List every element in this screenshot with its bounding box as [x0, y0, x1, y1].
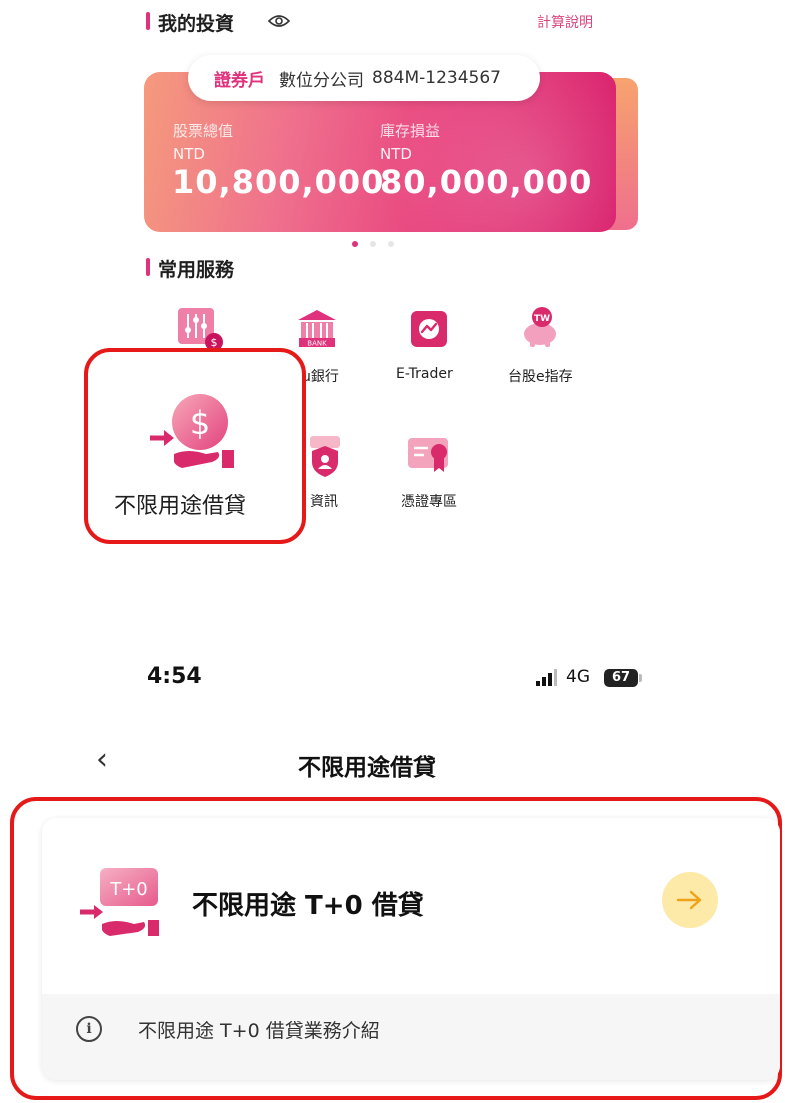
service-label-info: 資訊	[310, 494, 338, 510]
t0-loan-icon: T+0	[80, 868, 159, 936]
pager-dot[interactable]	[388, 241, 394, 247]
eye-icon[interactable]	[268, 14, 290, 28]
stock-total-currency: NTD	[173, 145, 205, 163]
service-label-loan: 不限用途借貸	[114, 494, 247, 519]
inventory-pl-currency: NTD	[380, 145, 412, 163]
e-trader-icon[interactable]	[410, 310, 448, 348]
piggy-badge: TW	[534, 314, 550, 324]
svg-text:$: $	[190, 404, 210, 442]
svg-text:BANK: BANK	[307, 340, 327, 348]
t0-badge-text: T+0	[109, 879, 148, 900]
bank-icon[interactable]: BANK	[296, 308, 338, 348]
battery-cap	[639, 674, 642, 682]
signal-icon	[536, 669, 557, 686]
service-label-certificate: 憑證專區	[401, 494, 457, 510]
go-button[interactable]	[662, 872, 718, 928]
certificate-icon[interactable]	[406, 436, 454, 474]
account-kind: 證券戶	[214, 70, 265, 91]
sliders-dollar-icon[interactable]: $	[176, 306, 226, 352]
account-selector[interactable]: 證券戶 數位分公司 884M-1234567	[188, 55, 540, 101]
service-label-e-trader: E-Trader	[396, 366, 453, 382]
arrow-right-icon	[676, 890, 702, 910]
hand-dollar-icon[interactable]: $	[148, 392, 242, 474]
investment-section-title: 我的投資	[158, 13, 235, 35]
loan-intro-link[interactable]: 不限用途 T+0 借貸業務介紹	[138, 1016, 380, 1043]
section-marker	[146, 12, 150, 30]
info-icon: i	[76, 1016, 102, 1042]
back-button[interactable]: ‹	[96, 745, 108, 775]
loan-product-title: 不限用途 T+0 借貸	[192, 891, 424, 921]
calculation-note-link[interactable]: 計算說明	[537, 12, 593, 32]
stock-total-label: 股票總值	[173, 122, 234, 140]
account-number: 884M-1234567	[372, 68, 501, 88]
inventory-pl-label: 庫存損益	[380, 122, 441, 140]
inventory-pl-value: 80,000,000	[380, 163, 593, 201]
page-title: 不限用途借貸	[298, 755, 436, 781]
piggy-bank-icon[interactable]: TW	[518, 306, 562, 348]
stock-total-value: 10,800,000	[172, 163, 385, 201]
account-branch: 數位分公司	[279, 70, 364, 91]
services-section-title: 常用服務	[158, 259, 235, 281]
battery-indicator: 67	[604, 669, 638, 687]
pager-dot[interactable]	[370, 241, 376, 247]
service-label-bank: u銀行	[302, 369, 339, 385]
section-marker	[146, 258, 150, 276]
status-time: 4:54	[147, 664, 202, 689]
pager-dot[interactable]	[352, 241, 358, 247]
service-label-tw-e-deposit: 台股e指存	[508, 369, 573, 385]
shield-user-icon[interactable]	[306, 434, 342, 478]
network-type: 4G	[566, 667, 590, 687]
